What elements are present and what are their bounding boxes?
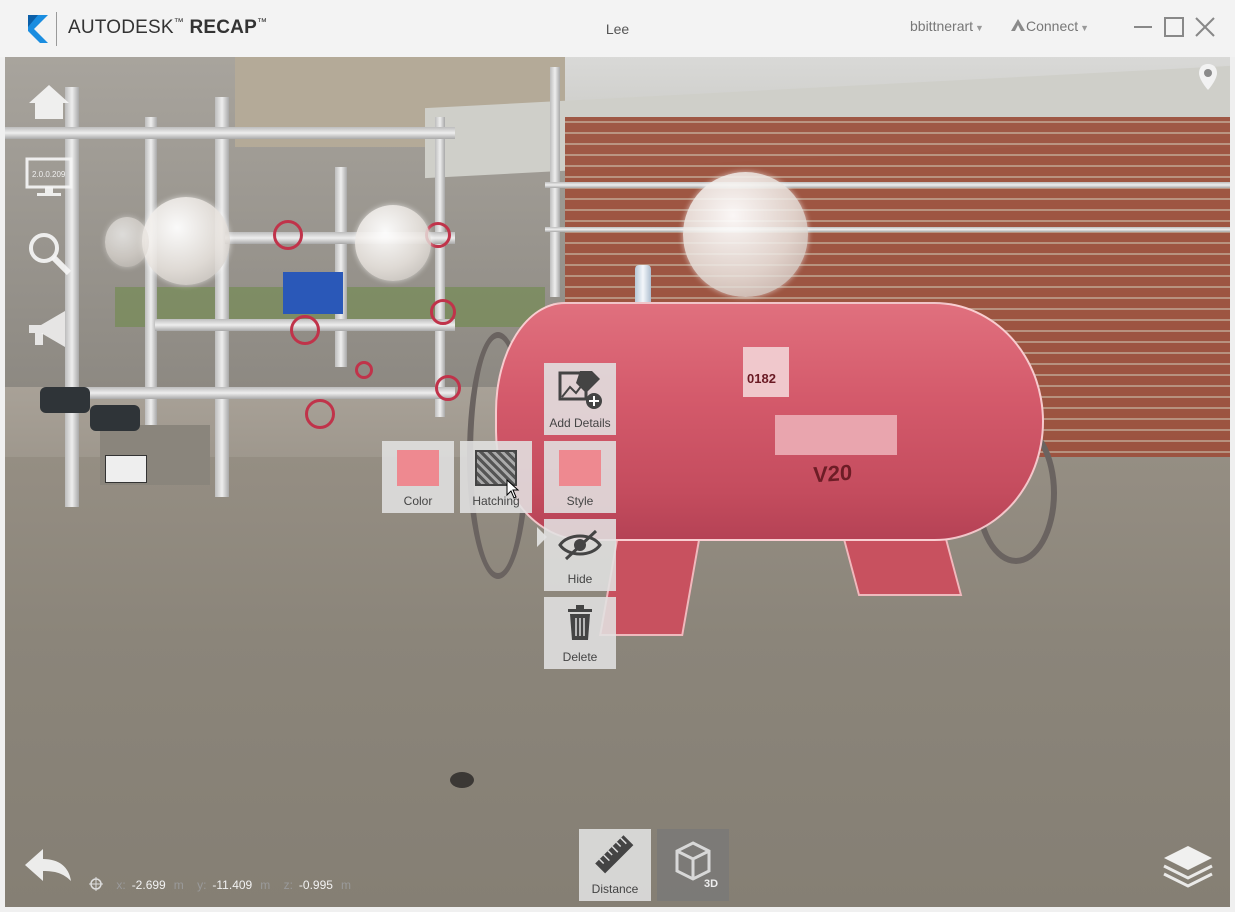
color-button[interactable]: Color [382,441,454,513]
z-value: -0.995 [298,878,333,892]
view-3d-label: 3D [704,878,719,890]
tm-mark: ™ [173,17,184,28]
delete-button[interactable]: Delete [544,597,616,669]
view-3d-button[interactable]: 3D [657,829,729,901]
floor-drain [450,772,474,788]
eye-slash-icon [558,529,602,561]
blue-drum [283,272,343,314]
autodesk-a-icon [1011,19,1025,31]
add-details-label: Add Details [549,416,611,430]
fence-rail [545,182,1230,188]
horizontal-pipe [45,387,455,399]
x-key: x: [116,878,126,892]
display-icon [25,157,73,196]
display-readout: 2.0.0.209 [32,170,66,179]
valve-wheel [305,399,335,429]
hatching-label: Hatching [472,494,520,508]
megaphone-icon[interactable] [25,305,73,353]
logo-separator [56,12,57,46]
connect-menu[interactable]: Connect ▼ [1010,18,1089,34]
valve-wheel [290,315,320,345]
motor [90,405,140,431]
user-menu[interactable]: bbittnerart ▼ [910,18,984,34]
tank-tag: 0182 [743,347,789,397]
scan-location-sphere[interactable] [142,197,230,285]
hide-label: Hide [567,572,593,586]
home-icon[interactable] [25,79,73,127]
scan-location-sphere[interactable] [355,205,431,281]
chevron-down-icon: ▼ [975,23,984,33]
x-unit: m [173,878,184,892]
fence-rail [545,227,1230,232]
motor [40,387,90,413]
search-icon[interactable] [25,229,73,277]
location-pin-icon[interactable] [1197,63,1219,91]
layers-icon[interactable] [1162,844,1214,888]
z-key: z: [283,878,293,892]
brand-name: AUTODESK [68,17,174,38]
ruler-icon [595,835,634,874]
y-key: y: [197,878,207,892]
valve-wheel [355,361,373,379]
distance-button[interactable]: Distance [579,829,651,901]
distance-label: Distance [591,882,639,896]
autodesk-logo-icon [28,15,48,43]
valve-wheel [273,220,303,250]
user-name: bbittnerart [910,18,974,34]
vertical-pipe [335,167,347,367]
add-details-icon [558,371,602,409]
scan-location-sphere[interactable] [683,172,808,297]
x-value: -2.699 [131,878,166,892]
y-unit: m [260,878,271,892]
panorama-viewport[interactable]: 0182 V20 2.0.0.209 Add Details Color Hat… [5,57,1230,907]
tank-number: 0182 [747,371,776,386]
delete-label: Delete [562,650,598,664]
vertical-pipe [435,117,445,417]
minimize-icon[interactable] [1130,14,1156,40]
hatching-button[interactable]: Hatching [460,441,532,513]
tank-marking: V20 [813,459,853,488]
target-marker [105,455,147,483]
color-swatch [397,450,439,486]
display-button[interactable]: 2.0.0.209 [25,155,73,203]
style-button[interactable]: Style [544,441,616,513]
tm-mark-2: ™ [256,17,268,28]
coordinate-readout: x: -2.699 m y: -11.409 m z: -0.995 m [89,877,351,892]
style-swatch [559,450,601,486]
close-icon[interactable] [1192,14,1218,40]
trash-icon [568,605,592,640]
add-details-button[interactable]: Add Details [544,363,616,435]
mouse-cursor-icon [506,479,520,499]
app-title: AUTODESK™ RECAP™ [68,17,267,39]
tank-nameplate [775,415,897,455]
z-unit: m [340,878,351,892]
color-label: Color [403,494,433,508]
vertical-pipe [145,117,157,457]
product-name: RECAP [189,17,257,38]
valve-wheel [430,299,456,325]
crosshair-icon [89,877,103,891]
vertical-pipe [65,87,79,507]
connect-label: Connect [1026,18,1079,34]
y-value: -11.409 [212,878,253,892]
back-arrow-icon[interactable] [23,845,73,885]
style-label: Style [566,494,594,508]
valve-wheel [435,375,461,401]
scan-location-sphere[interactable] [105,217,149,267]
horizontal-pipe [5,127,455,139]
chevron-down-icon: ▼ [1080,23,1090,33]
vertical-pipe [215,97,229,497]
cube-3d-icon [675,841,711,881]
title-bar: AUTODESK™ RECAP™ Lee bbittnerart ▼ Connec… [0,0,1235,57]
maximize-icon[interactable] [1161,14,1187,40]
hide-button[interactable]: Hide [544,519,616,591]
